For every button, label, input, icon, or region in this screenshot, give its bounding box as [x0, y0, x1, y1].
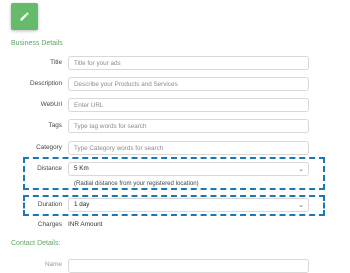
business-details-heading: Business Details: [11, 40, 63, 47]
title-input[interactable]: [68, 56, 309, 70]
chevron-down-icon: ⌄: [298, 165, 304, 173]
distance-select[interactable]: 5 Km ⌄: [68, 162, 309, 176]
distance-hint: (Radial distance from your registered lo…: [74, 180, 199, 187]
description-label: Description: [30, 80, 62, 87]
name-input[interactable]: [68, 259, 309, 273]
distance-value: 5 Km: [74, 165, 89, 172]
tags-input[interactable]: [68, 119, 309, 133]
tags-label: Tags: [48, 122, 63, 129]
weburl-input[interactable]: [68, 98, 309, 112]
category-input[interactable]: [68, 141, 309, 155]
category-label: Category: [36, 144, 62, 151]
chevron-down-icon: ⌄: [298, 201, 304, 209]
charges-value: INR Amount: [68, 221, 103, 228]
description-input[interactable]: [68, 77, 309, 91]
duration-label: Duration: [37, 201, 62, 208]
edit-button[interactable]: [11, 3, 38, 30]
duration-value: 1 day: [74, 201, 90, 208]
weburl-label: WebUrl: [40, 101, 62, 108]
pencil-icon: [20, 12, 29, 21]
title-label: Title: [50, 59, 62, 66]
charges-label: Charges: [37, 221, 62, 228]
duration-select[interactable]: 1 day ⌄: [68, 198, 309, 212]
contact-details-heading: Contact Details:: [11, 240, 61, 247]
distance-label: Distance: [37, 165, 62, 172]
